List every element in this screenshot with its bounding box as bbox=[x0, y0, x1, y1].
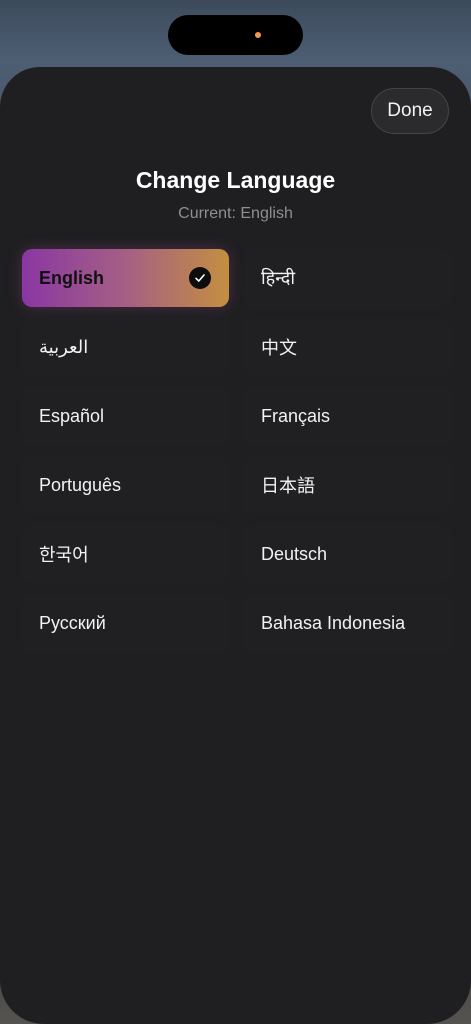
language-option-french[interactable]: Français bbox=[244, 387, 451, 445]
done-button[interactable]: Done bbox=[371, 88, 449, 134]
language-label: العربية bbox=[39, 336, 89, 357]
language-option-hindi[interactable]: हिन्दी bbox=[244, 249, 451, 307]
language-label: Français bbox=[261, 405, 331, 426]
sheet-title: Change Language bbox=[135, 167, 336, 193]
language-label: 中文 bbox=[261, 338, 297, 358]
language-label: Русский bbox=[39, 612, 106, 633]
language-option-german[interactable]: Deutsch bbox=[244, 525, 451, 583]
language-option-english[interactable]: English bbox=[22, 249, 229, 307]
dynamic-island bbox=[168, 15, 303, 55]
camera-indicator-dot bbox=[255, 32, 261, 38]
language-label: 한국어 bbox=[39, 545, 89, 565]
language-label: 日本語 bbox=[261, 476, 315, 496]
language-label: Bahasa Indonesia bbox=[261, 612, 406, 633]
current-language-label: Current: English bbox=[178, 205, 293, 222]
language-option-russian[interactable]: Русский bbox=[22, 594, 229, 652]
language-label: English bbox=[39, 267, 105, 288]
checkmark-circle-icon bbox=[189, 267, 211, 289]
language-option-arabic[interactable]: العربية bbox=[22, 318, 229, 376]
language-option-chinese[interactable]: 中文 bbox=[244, 318, 451, 376]
language-label: Deutsch bbox=[261, 543, 328, 564]
language-grid: English हिन्दी العربية 中文 Español França… bbox=[22, 249, 451, 652]
language-option-korean[interactable]: 한국어 bbox=[22, 525, 229, 583]
language-option-japanese[interactable]: 日本語 bbox=[244, 456, 451, 514]
language-sheet: Done Change Language Current: English En… bbox=[0, 67, 471, 1024]
language-option-indonesian[interactable]: Bahasa Indonesia bbox=[244, 594, 451, 652]
language-label: Português bbox=[39, 474, 122, 495]
language-label: हिन्दी bbox=[261, 268, 296, 288]
language-option-portuguese[interactable]: Português bbox=[22, 456, 229, 514]
language-label: Español bbox=[39, 405, 105, 426]
language-option-spanish[interactable]: Español bbox=[22, 387, 229, 445]
